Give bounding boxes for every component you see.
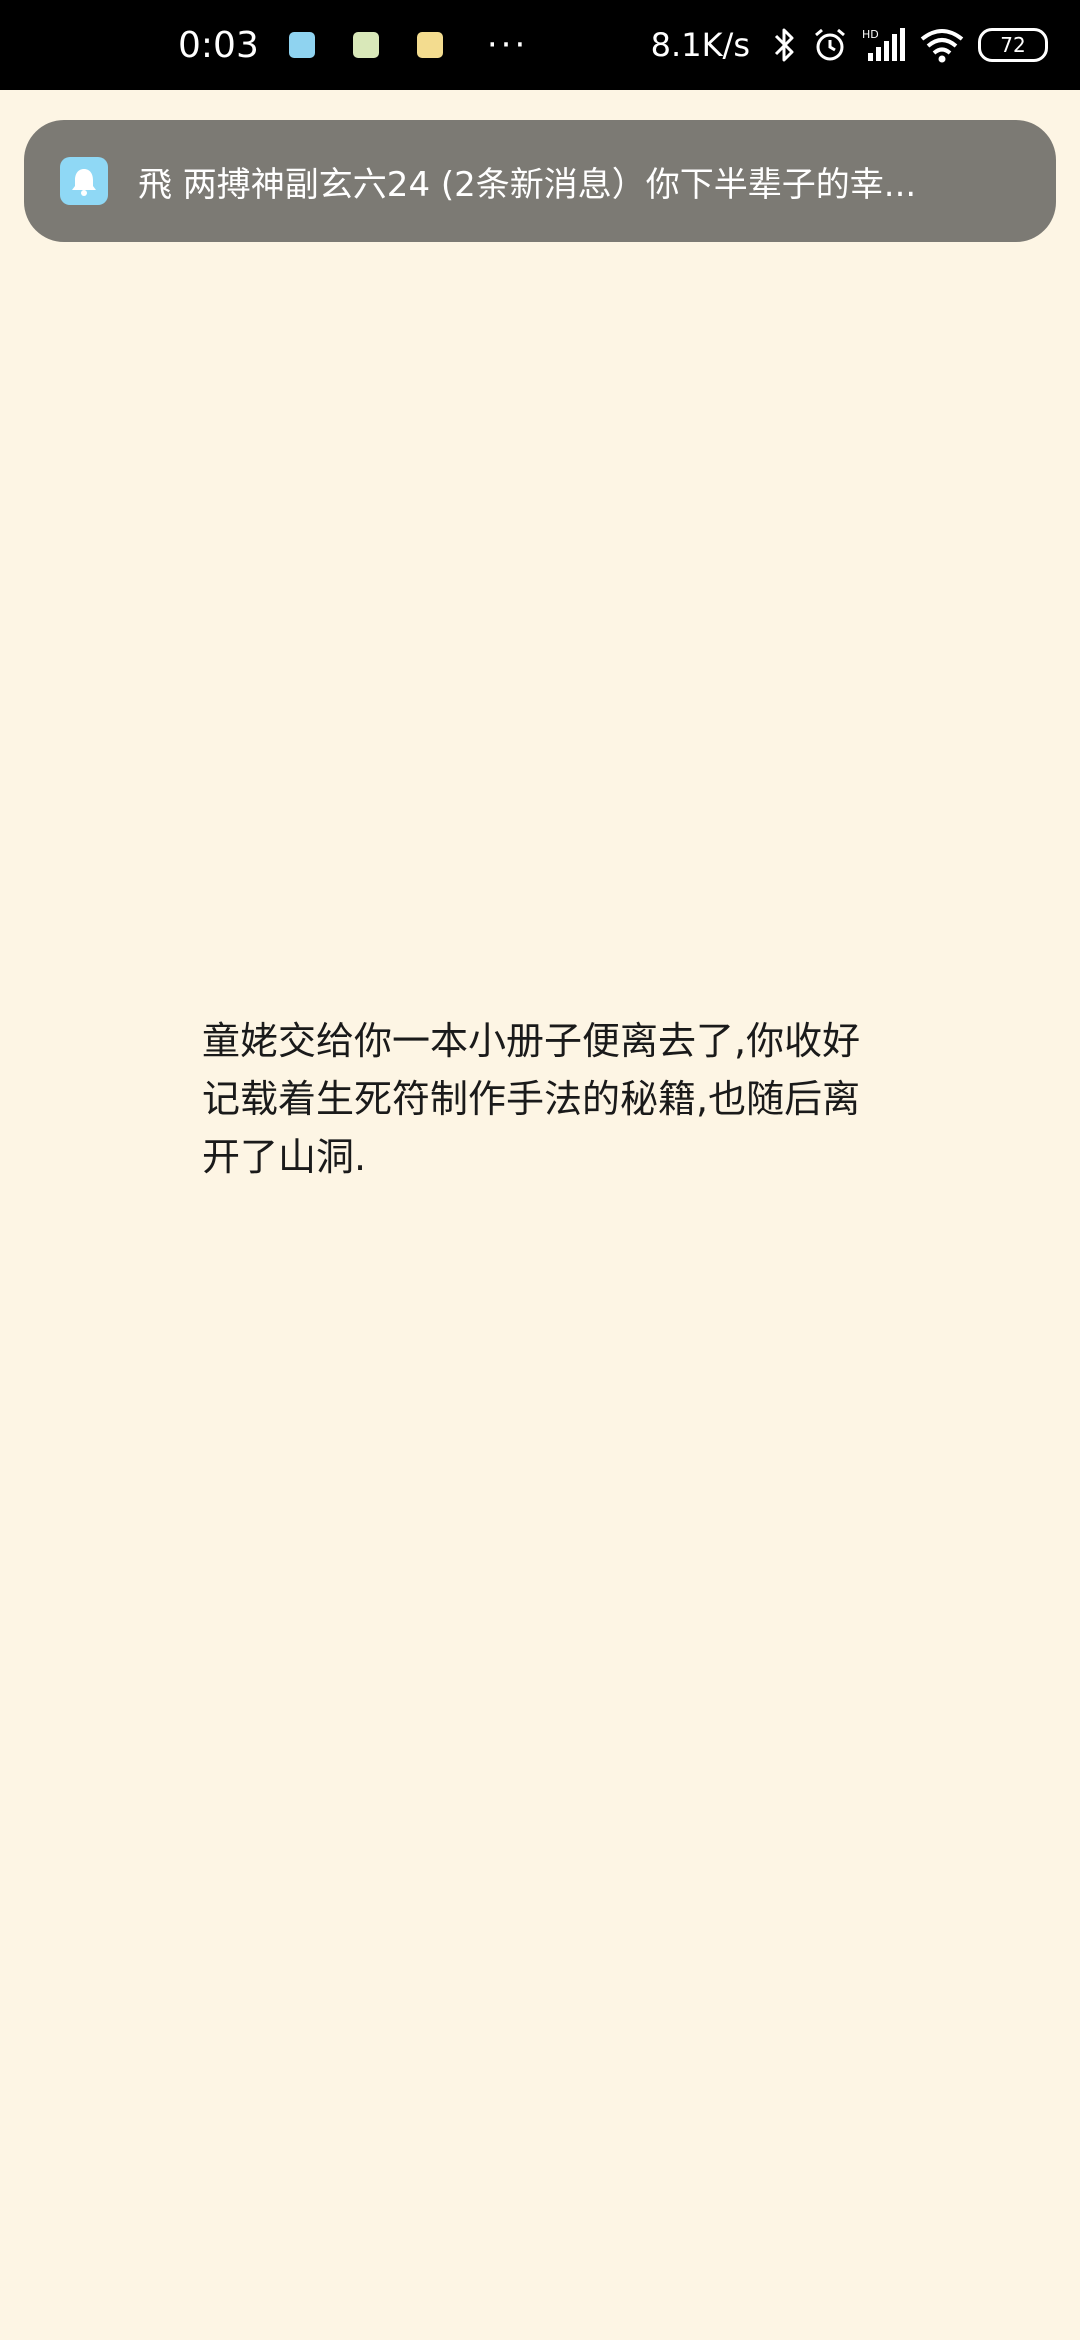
notification-banner[interactable]: 飛 两搏神副玄六24 (2条新消息）你下半辈子的幸... bbox=[24, 120, 1056, 242]
signal-hd-icon: HD bbox=[862, 27, 906, 63]
svg-text:HD: HD bbox=[862, 28, 879, 41]
app-green-icon bbox=[352, 32, 379, 58]
more-notifications-icon: ··· bbox=[486, 25, 529, 65]
wifi-icon bbox=[920, 27, 964, 63]
network-speed: 8.1K/s bbox=[650, 26, 750, 64]
notification-text: 飛 两搏神副玄六24 (2条新消息）你下半辈子的幸... bbox=[138, 164, 917, 205]
bluetooth-icon bbox=[772, 27, 798, 63]
status-bar: 0:03 ··· 8.1K/s HD 72 bbox=[0, 0, 1080, 90]
status-time: 0:03 bbox=[178, 24, 259, 66]
qq-bell-icon bbox=[60, 157, 108, 205]
battery-icon: 72 bbox=[978, 28, 1048, 62]
qq-icon bbox=[288, 32, 315, 58]
status-left: 0:03 ··· bbox=[178, 0, 528, 90]
app-yellow-icon bbox=[416, 32, 443, 58]
story-text: 童姥交给你一本小册子便离去了,你收好记载着生死符制作手法的秘籍,也随后离开了山洞… bbox=[202, 1019, 861, 1179]
status-right: 8.1K/s HD 72 bbox=[651, 0, 1048, 90]
screen: 0:03 ··· 8.1K/s HD 72 飛 两搏神副玄六24 (2条新消息）… bbox=[0, 0, 1080, 2340]
alarm-icon bbox=[812, 27, 848, 63]
